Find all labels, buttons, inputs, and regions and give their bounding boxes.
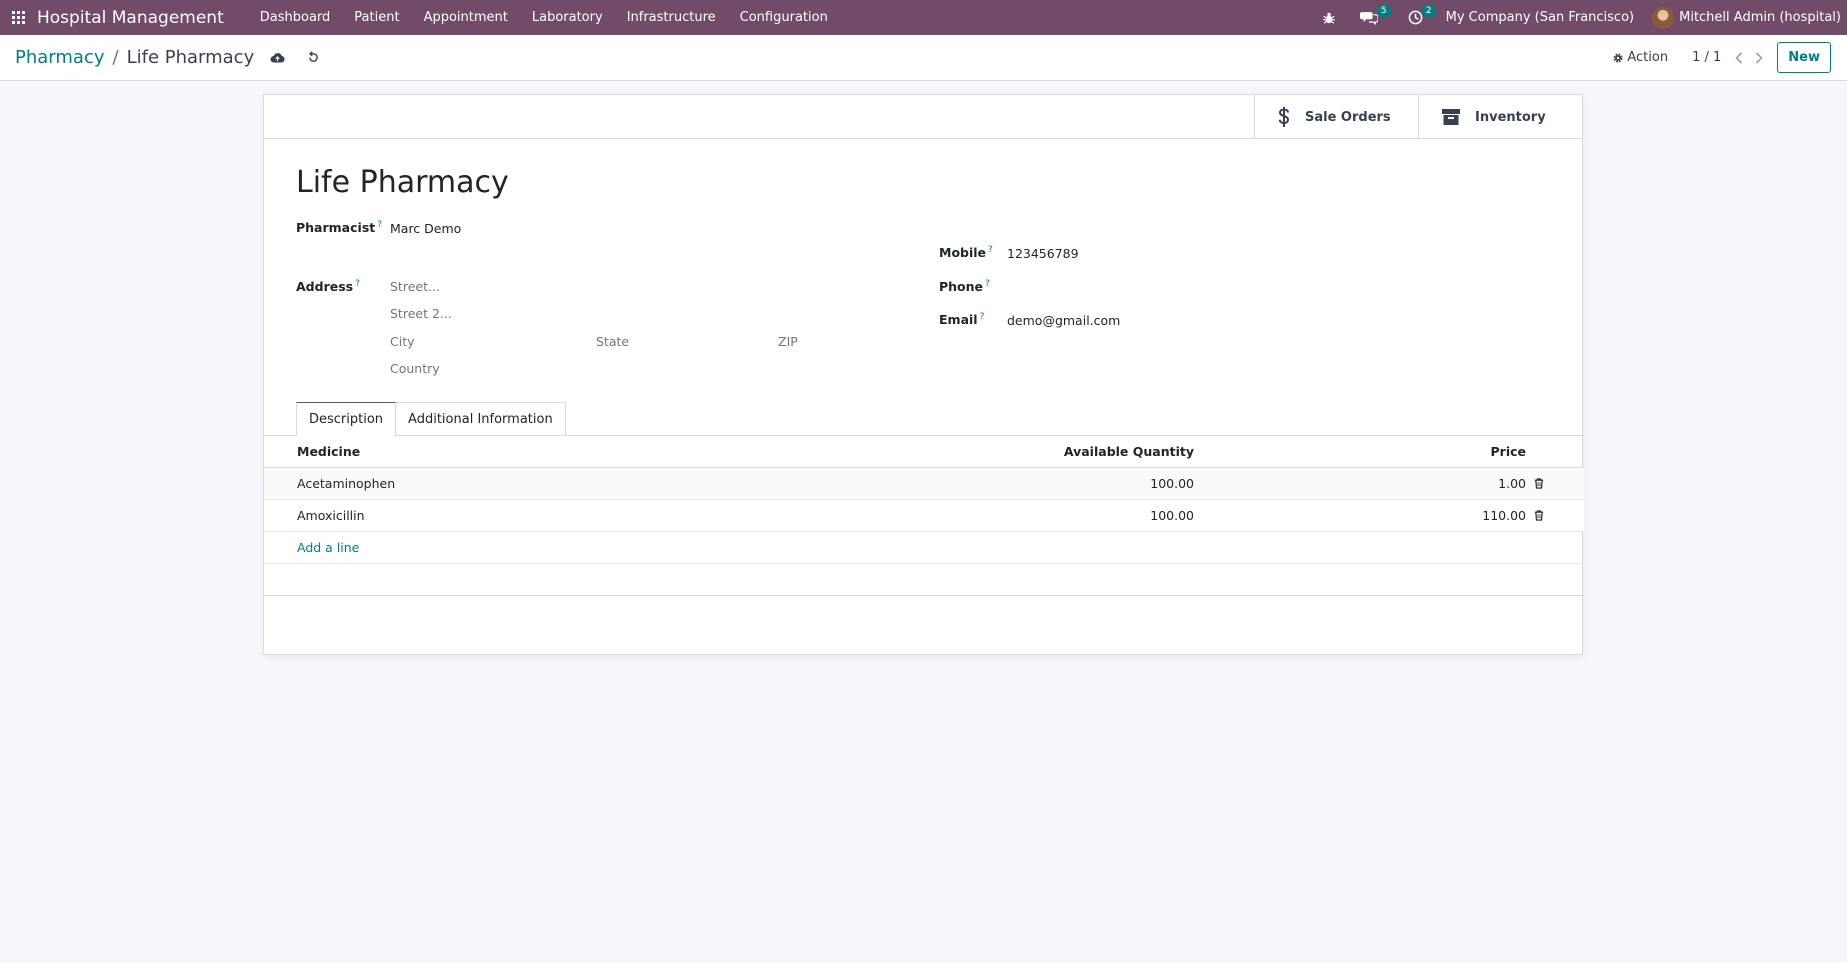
breadcrumb-separator: / bbox=[112, 47, 119, 68]
menu-appointment[interactable]: Appointment bbox=[412, 0, 520, 35]
menu-laboratory[interactable]: Laboratory bbox=[520, 0, 615, 35]
sale-orders-label: Sale Orders bbox=[1305, 109, 1391, 125]
table-row[interactable]: Acetaminophen 100.00 1.00 bbox=[264, 468, 1584, 500]
control-panel: Pharmacy / Life Pharmacy Action 1 / 1 Ne… bbox=[0, 35, 1847, 81]
user-menu[interactable]: Mitchell Admin (hospital) bbox=[1652, 6, 1841, 29]
menu-patient[interactable]: Patient bbox=[342, 0, 411, 35]
gear-icon bbox=[1613, 53, 1623, 62]
email-field[interactable]: demo@gmail.com bbox=[1007, 313, 1120, 328]
column-medicine[interactable]: Medicine bbox=[264, 444, 954, 459]
email-help-icon[interactable]: ? bbox=[980, 312, 985, 322]
state-input[interactable] bbox=[596, 334, 766, 349]
breadcrumb-current: Life Pharmacy bbox=[126, 47, 255, 68]
action-button[interactable]: Action bbox=[1612, 50, 1668, 65]
mobile-help-icon[interactable]: ? bbox=[988, 245, 993, 255]
mobile-field[interactable]: 123456789 bbox=[1007, 246, 1079, 261]
phone-label: Phone? bbox=[939, 279, 990, 295]
top-navbar: Hospital Management Dashboard Patient Ap… bbox=[0, 0, 1847, 35]
country-input[interactable] bbox=[390, 361, 740, 376]
user-name: Mitchell Admin (hospital) bbox=[1679, 10, 1841, 25]
debug-bug-icon[interactable] bbox=[1313, 0, 1345, 35]
control-panel-right: Action 1 / 1 New bbox=[1612, 42, 1847, 73]
table-row[interactable]: Amoxicillin 100.00 110.00 bbox=[264, 500, 1584, 532]
form-sheet: Sale Orders Inventory Life Pharmacy Phar… bbox=[263, 94, 1584, 655]
tab-additional-information[interactable]: Additional Information bbox=[396, 402, 566, 436]
city-input[interactable] bbox=[390, 334, 580, 349]
tab-description[interactable]: Description bbox=[296, 402, 397, 436]
quantity-cell: 100.00 bbox=[1150, 508, 1194, 523]
breadcrumb: Pharmacy / Life Pharmacy bbox=[15, 47, 254, 68]
record-title[interactable]: Life Pharmacy bbox=[296, 165, 509, 200]
archive-box-icon bbox=[1442, 109, 1460, 125]
dollar-icon bbox=[1278, 107, 1290, 127]
add-line-link[interactable]: Add a line bbox=[297, 540, 359, 555]
pager-value[interactable]: 1 / 1 bbox=[1692, 50, 1721, 65]
phone-help-icon[interactable]: ? bbox=[985, 279, 990, 289]
apps-menu-button[interactable] bbox=[0, 0, 36, 35]
table-empty-row bbox=[264, 564, 1584, 596]
navbar-systray: 5 2 My Company (San Francisco) Mitchell … bbox=[1313, 0, 1847, 35]
medicine-table: Medicine Available Quantity Price Acetam… bbox=[264, 436, 1584, 596]
street-input[interactable] bbox=[390, 279, 740, 294]
inventory-button[interactable]: Inventory bbox=[1418, 95, 1582, 139]
price-cell: 1.00 bbox=[1498, 476, 1526, 491]
pager-previous-icon[interactable] bbox=[1735, 51, 1743, 64]
company-switcher[interactable]: My Company (San Francisco) bbox=[1446, 10, 1634, 25]
inventory-label: Inventory bbox=[1475, 109, 1546, 125]
menu-dashboard[interactable]: Dashboard bbox=[248, 0, 343, 35]
trash-icon[interactable] bbox=[1534, 510, 1564, 521]
zip-input[interactable] bbox=[778, 334, 888, 349]
avatar bbox=[1652, 6, 1675, 29]
pharmacist-help-icon[interactable]: ? bbox=[377, 220, 382, 230]
trash-icon[interactable] bbox=[1534, 478, 1564, 489]
smart-button-box: Sale Orders Inventory bbox=[264, 95, 1582, 139]
table-header: Medicine Available Quantity Price bbox=[264, 436, 1584, 468]
messages-badge: 5 bbox=[1376, 5, 1391, 18]
street2-input[interactable] bbox=[390, 306, 740, 321]
activities-badge: 2 bbox=[1421, 5, 1436, 18]
pharmacist-label: Pharmacist? bbox=[296, 220, 383, 236]
notebook-tabs: Description Additional Information bbox=[296, 402, 566, 436]
price-cell: 110.00 bbox=[1482, 508, 1526, 523]
apps-grid-icon bbox=[11, 11, 25, 24]
activities-clock-icon[interactable]: 2 bbox=[1399, 0, 1436, 35]
column-price[interactable]: Price bbox=[1194, 444, 1534, 459]
save-cloud-icon[interactable] bbox=[270, 51, 285, 64]
email-label: Email? bbox=[939, 312, 985, 328]
breadcrumb-pharmacy-link[interactable]: Pharmacy bbox=[15, 47, 105, 68]
address-help-icon[interactable]: ? bbox=[355, 279, 360, 289]
menu-infrastructure[interactable]: Infrastructure bbox=[615, 0, 728, 35]
medicine-cell: Amoxicillin bbox=[297, 508, 365, 523]
add-line-row: Add a line bbox=[264, 532, 1584, 564]
sale-orders-button[interactable]: Sale Orders bbox=[1254, 95, 1418, 139]
action-label: Action bbox=[1627, 50, 1669, 65]
new-button[interactable]: New bbox=[1777, 42, 1831, 73]
mobile-label: Mobile? bbox=[939, 245, 993, 261]
app-brand[interactable]: Hospital Management bbox=[37, 8, 224, 28]
main-menu: Dashboard Patient Appointment Laboratory… bbox=[248, 0, 840, 35]
medicine-cell: Acetaminophen bbox=[297, 476, 396, 491]
quantity-cell: 100.00 bbox=[1150, 476, 1194, 491]
pharmacist-field[interactable]: Marc Demo bbox=[390, 221, 461, 236]
discard-undo-icon[interactable] bbox=[307, 51, 320, 64]
pager-next-icon[interactable] bbox=[1755, 51, 1763, 64]
phone-field[interactable] bbox=[1007, 280, 1407, 296]
column-available-quantity[interactable]: Available Quantity bbox=[954, 444, 1194, 459]
address-label: Address? bbox=[296, 279, 360, 295]
messages-icon[interactable]: 5 bbox=[1351, 0, 1391, 35]
menu-configuration[interactable]: Configuration bbox=[728, 0, 840, 35]
